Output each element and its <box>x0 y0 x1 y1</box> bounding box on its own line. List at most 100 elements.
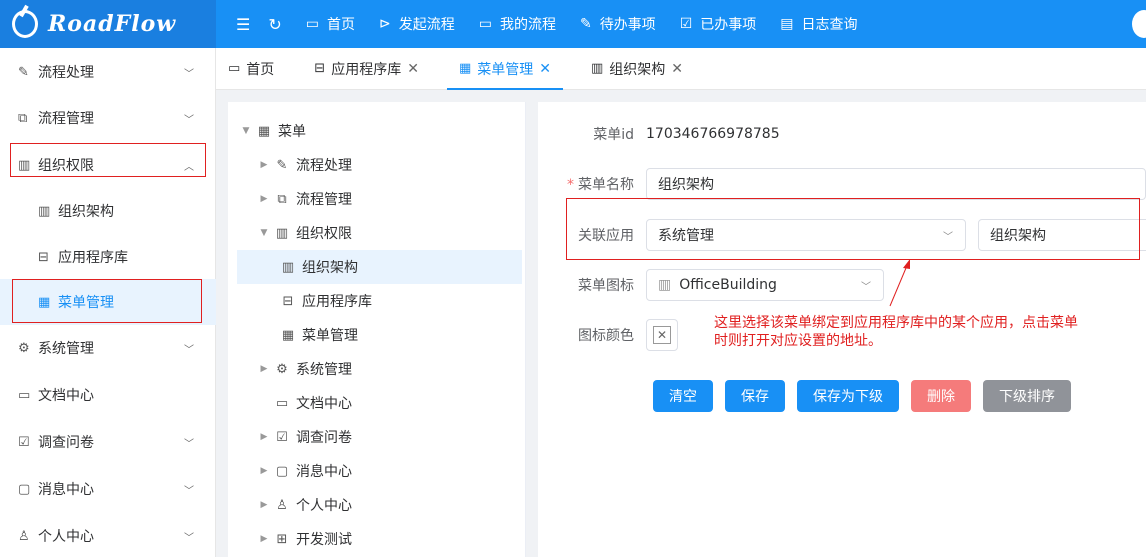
folder-check-icon: ☑ <box>679 16 693 32</box>
refresh-icon[interactable]: ↻ <box>268 15 281 34</box>
tab-home[interactable]: ▭ 首页 <box>216 48 286 89</box>
caret-right-icon[interactable]: ▶ <box>258 194 270 204</box>
tree-node[interactable]: ▶ ♙ 个人中心 <box>228 488 525 522</box>
delete-button[interactable]: 删除 <box>911 380 971 412</box>
chevron-down-icon: ﹀ <box>184 485 194 497</box>
form-row-menu-name: * 菜单名称 组织架构 <box>538 168 1146 200</box>
sidebar-item-label: 组织权限 <box>38 158 94 174</box>
menu-icon-value: OfficeBuilding <box>679 277 777 293</box>
tab-app-library[interactable]: ⊟ 应用程序库 ✕ <box>302 48 431 89</box>
folder-icon: ▭ <box>478 16 492 32</box>
tab-org-structure[interactable]: ▥ 组织架构 ✕ <box>579 48 695 89</box>
sidebar-item-message-center[interactable]: ▢ 消息中心 ﹀ <box>0 466 216 512</box>
tree-node-selected[interactable]: ▥ 组织架构 <box>237 250 522 284</box>
topnav-log[interactable]: ▤ 日志查询 <box>780 14 857 34</box>
caret-right-icon[interactable]: ▶ <box>258 432 270 442</box>
tree-node[interactable]: ▶ ⊞ 开发测试 <box>228 522 525 556</box>
box-icon: ⊟ <box>282 293 294 309</box>
sidebar-item-flow-manage[interactable]: ⧉ 流程管理 ﹀ <box>0 95 216 141</box>
caret-down-icon[interactable]: ▼ <box>258 228 270 238</box>
gear-icon: ⚙ <box>276 361 288 377</box>
user-icon: ♙ <box>276 497 288 513</box>
tree-node[interactable]: ⊟ 应用程序库 <box>228 284 525 318</box>
message-icon: ▢ <box>18 481 31 497</box>
topnav-start-flow[interactable]: ⊳ 发起流程 <box>379 14 455 34</box>
tree-node-label: 组织权限 <box>296 226 352 242</box>
caret-right-icon[interactable]: ▶ <box>258 500 270 510</box>
topnav-my-flow[interactable]: ▭ 我的流程 <box>479 14 556 34</box>
linked-app-category-select[interactable]: 系统管理 ﹀ <box>646 219 966 251</box>
building-icon: ▥ <box>658 277 672 293</box>
save-as-child-button[interactable]: 保存为下级 <box>797 380 899 412</box>
sidebar-item-label: 菜单管理 <box>58 295 114 311</box>
topnav-label: 日志查询 <box>801 17 858 33</box>
tree-node-label: 应用程序库 <box>302 294 372 310</box>
save-button[interactable]: 保存 <box>725 380 785 412</box>
tree-node-label: 个人中心 <box>296 498 352 514</box>
logo-mark-icon <box>12 10 38 38</box>
sidebar-item-doc-center[interactable]: ▭ 文档中心 <box>0 372 216 418</box>
sidebar-item-app-library[interactable]: ⊟ 应用程序库 <box>0 234 216 280</box>
sidebar-item-system-manage[interactable]: ⚙ 系统管理 ﹀ <box>0 325 216 371</box>
tree-node[interactable]: ▼ ▦ 菜单 <box>228 114 525 148</box>
building-icon: ▥ <box>275 225 289 241</box>
building-icon: ▥ <box>38 203 51 219</box>
monitor-icon: ▭ <box>228 61 241 76</box>
tree-node[interactable]: ▭ 文档中心 <box>228 386 525 420</box>
tree-node[interactable]: ▶ ✎ 流程处理 <box>228 148 525 182</box>
caret-down-icon[interactable]: ▼ <box>240 126 252 136</box>
sidebar-item-org-structure[interactable]: ▥ 组织架构 <box>0 188 216 234</box>
building-icon: ▥ <box>18 157 31 173</box>
chevron-down-icon: ﹀ <box>184 344 194 356</box>
topnav-done[interactable]: ☑ 已办事项 <box>680 14 757 34</box>
caret-right-icon[interactable]: ▶ <box>258 466 270 476</box>
edit-icon: ✎ <box>579 16 592 32</box>
icon-color-picker[interactable]: ✕ <box>646 319 678 351</box>
chevron-up-icon: ︿ <box>184 161 194 173</box>
close-icon[interactable]: ✕ <box>671 61 683 77</box>
caret-right-icon[interactable]: ▶ <box>258 160 270 170</box>
clear-button[interactable]: 清空 <box>653 380 713 412</box>
tree-node[interactable]: ▦ 菜单管理 <box>228 318 525 352</box>
close-icon[interactable]: ✕ <box>407 61 419 77</box>
topnav-label: 首页 <box>326 17 355 33</box>
tab-menu-manage[interactable]: ▦ 菜单管理 ✕ <box>446 48 563 90</box>
linked-app-select[interactable]: 组织架构 <box>978 219 1146 251</box>
menu-name-input[interactable]: 组织架构 <box>646 168 1146 200</box>
tree-node-label: 消息中心 <box>296 464 352 480</box>
tree-node-label: 菜单管理 <box>302 328 358 344</box>
sidebar-item-org-permission[interactable]: ▥ 组织权限 ︿ <box>0 142 216 188</box>
child-sort-button[interactable]: 下级排序 <box>983 380 1071 412</box>
tree-node[interactable]: ▶ ▢ 消息中心 <box>228 454 525 488</box>
grid-icon: ▦ <box>38 294 51 310</box>
tab-bar: ▭ 首页 ⊟ 应用程序库 ✕ ▦ 菜单管理 ✕ ▥ 组织架构 ✕ <box>216 48 1146 90</box>
box-icon: ⊟ <box>314 61 326 76</box>
tree-node-label: 文档中心 <box>296 396 352 412</box>
sidebar-item-survey[interactable]: ☑ 调查问卷 ﹀ <box>0 419 216 465</box>
caret-right-icon[interactable]: ▶ <box>258 364 270 374</box>
tree-node-label: 系统管理 <box>296 362 352 378</box>
tree-node[interactable]: ▶ ☑ 调查问卷 <box>228 420 525 454</box>
box-icon: ⊟ <box>38 249 49 265</box>
menu-toggle-icon[interactable]: ☰ <box>236 15 250 34</box>
logo[interactable]: RoadFlow <box>0 0 216 48</box>
topnav-label: 我的流程 <box>499 17 556 33</box>
topnav-todo[interactable]: ✎ 待办事项 <box>580 14 656 34</box>
avatar[interactable] <box>1132 10 1146 38</box>
caret-right-icon[interactable]: ▶ <box>258 534 270 544</box>
tab-label: 首页 <box>246 61 275 78</box>
monitor-icon: ▭ <box>305 16 319 32</box>
close-icon[interactable]: ✕ <box>539 61 551 77</box>
tree-node[interactable]: ▶ ⧉ 流程管理 <box>228 182 525 216</box>
sidebar-item-menu-manage[interactable]: ▦ 菜单管理 <box>0 279 216 325</box>
sidebar-item-label: 系统管理 <box>38 341 94 357</box>
tree-node[interactable]: ▶ ⚙ 系统管理 <box>228 352 525 386</box>
folder-icon: ▭ <box>275 395 289 411</box>
edit-icon: ✎ <box>276 157 288 173</box>
sidebar-item-personal-center[interactable]: ♙ 个人中心 ﹀ <box>0 513 216 557</box>
menu-icon-select[interactable]: ▥ OfficeBuilding ﹀ <box>646 269 884 301</box>
topnav-home[interactable]: ▭ 首页 <box>306 14 355 34</box>
sidebar-item-flow-process[interactable]: ✎ 流程处理 ﹀ <box>0 49 216 95</box>
tree-node-label: 流程处理 <box>296 158 352 174</box>
tree-node[interactable]: ▼ ▥ 组织权限 <box>228 216 525 250</box>
